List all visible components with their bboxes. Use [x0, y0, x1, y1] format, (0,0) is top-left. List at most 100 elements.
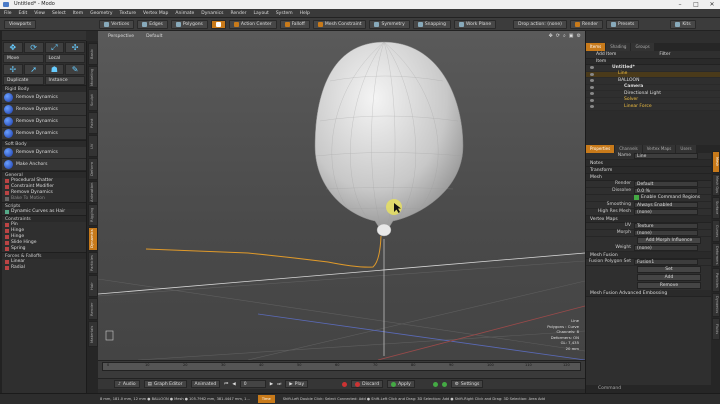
notes-section[interactable]: Notes [586, 159, 720, 167]
tab-animation[interactable]: Animation [88, 181, 98, 203]
soft-tool-2[interactable]: Make Anchors [2, 159, 86, 171]
kits-button[interactable]: Kits [670, 19, 696, 29]
visibility-icon[interactable] [590, 98, 594, 102]
transform-tool-button[interactable]: ✣ [65, 42, 85, 53]
side-tab-surface[interactable]: Surface [712, 197, 720, 219]
timeline-ruler[interactable]: 0 10 20 30 40 50 60 70 80 90 100 110 120 [102, 362, 581, 371]
filter-button[interactable]: Filter [659, 52, 670, 57]
vertex-maps-section[interactable]: Vertex Maps [586, 215, 720, 223]
side-tab-mesh[interactable]: Mesh [712, 151, 720, 173]
visibility-icon[interactable] [590, 66, 594, 70]
maximize-button[interactable]: □ [688, 0, 704, 9]
select-tool-button[interactable]: ➚ [23, 64, 44, 75]
tab-hair[interactable]: Hair [88, 275, 98, 297]
transform-section[interactable]: Transform [586, 166, 720, 174]
tab-particles[interactable]: Particles [88, 252, 98, 274]
fusion-add-button[interactable]: Add [637, 273, 701, 281]
side-tab-deformers[interactable]: Deformers [712, 243, 720, 267]
menu-texture[interactable]: Texture [120, 11, 136, 16]
local-mode-button[interactable]: Local [44, 54, 85, 63]
side-tab-particles[interactable]: Particles [712, 268, 720, 292]
menu-vertex-map[interactable]: Vertex Map [143, 11, 168, 16]
tab-uv[interactable]: UV [88, 135, 98, 157]
force-item[interactable]: Radial [2, 265, 86, 271]
visibility-icon[interactable] [590, 105, 594, 109]
animated-dropdown[interactable]: Animated [190, 380, 221, 388]
render-dropdown[interactable]: Default [634, 180, 698, 187]
skip-start-icon[interactable]: ⏮ [224, 381, 228, 387]
checkbox-checked-icon[interactable] [634, 195, 639, 200]
graph-editor-button[interactable]: ▤ Graph Editor [143, 380, 187, 388]
menu-layout[interactable]: Layout [254, 11, 269, 16]
work-plane-button[interactable]: Work Plane [453, 19, 497, 29]
paint-tool-button[interactable]: ✎ [65, 64, 85, 75]
layout-dropdown[interactable]: Viewports [4, 19, 37, 29]
soft-tool-1[interactable]: Remove Dynamics [2, 147, 86, 159]
duplicate-button[interactable]: Duplicate [3, 76, 44, 85]
tab-rigging[interactable]: Rigging [88, 204, 98, 226]
general-section[interactable]: General [2, 171, 86, 178]
side-tab-mesh-ops[interactable]: Mesh Ops [712, 174, 720, 196]
tab-paint[interactable]: Paint [88, 112, 98, 134]
visibility-icon[interactable] [590, 85, 594, 89]
tab-items[interactable]: Items [586, 43, 606, 51]
visibility-icon[interactable] [590, 79, 594, 83]
tab-modeling[interactable]: Modeling [88, 66, 98, 88]
tab-sculpt[interactable]: Sculpt [88, 89, 98, 111]
apply-button[interactable]: Apply [387, 380, 415, 388]
frame-input[interactable]: 0 [239, 380, 266, 388]
drop-action-dropdown[interactable]: Drop action: (none) [513, 19, 567, 29]
rigid-tool-4[interactable]: Remove Dynamics [2, 128, 86, 140]
tab-groups[interactable]: Groups [631, 43, 654, 51]
key-icon[interactable] [441, 381, 447, 387]
close-button[interactable]: ✕ [704, 0, 720, 9]
element-move-button[interactable]: ✢ [3, 64, 23, 75]
rotate-tool-button[interactable]: ⟳ [23, 42, 44, 53]
menu-item[interactable]: Item [73, 11, 83, 16]
move-tool-button[interactable]: ✥ [3, 42, 23, 53]
name-field[interactable]: Line [634, 152, 698, 159]
menu-geometry[interactable]: Geometry [90, 11, 112, 16]
tab-basic[interactable]: Basic [88, 43, 98, 65]
discard-button[interactable]: Discard [351, 380, 384, 388]
tab-channels[interactable]: Channels [615, 144, 642, 153]
menu-select[interactable]: Select [52, 11, 66, 16]
tab-users[interactable]: Users [676, 144, 696, 153]
rigid-tool-3[interactable]: Remove Dynamics [2, 116, 86, 128]
menu-help[interactable]: Help [300, 11, 310, 16]
menu-view[interactable]: View [34, 11, 45, 16]
soft-body-section[interactable]: Soft Body [2, 140, 86, 147]
record-icon[interactable] [342, 381, 348, 387]
move-mode-button[interactable]: Move [3, 54, 44, 63]
item-row-force[interactable]: Linear Force [586, 104, 720, 111]
settings-button[interactable]: ⚙ Settings [450, 380, 484, 388]
tab-deform[interactable]: Deform [88, 158, 98, 180]
weight-dropdown[interactable]: (none) [634, 244, 698, 251]
constraints-section[interactable]: Constraints [2, 215, 86, 222]
tab-materials[interactable]: Materials [88, 321, 98, 347]
hires-dropdown[interactable]: (none) [634, 208, 698, 215]
side-tab-dynamics[interactable]: Dynamics [712, 293, 720, 317]
action-tool-button[interactable]: ☗ [44, 64, 65, 75]
mesh-fusion-section[interactable]: Mesh Fusion [586, 251, 720, 259]
fusion-poly-dropdown[interactable]: Fusion1 [634, 258, 698, 265]
step-back-icon[interactable]: ◀ [232, 382, 235, 387]
presets-button[interactable]: Presets [605, 19, 640, 29]
tab-vertex-maps[interactable]: Vertex Maps [642, 144, 676, 153]
step-forward-icon[interactable]: ▶ [270, 382, 273, 387]
fusion-set-button[interactable]: Set [637, 265, 701, 273]
add-morph-button[interactable]: Add Morph Influence [637, 236, 701, 244]
menu-file[interactable]: File [4, 11, 12, 16]
fusion-advanced-section[interactable]: Mesh Fusion Advanced Embossing [586, 289, 720, 297]
3d-viewport[interactable]: Perspective Default ✥ ⟳ ⌕ ▣ ⚙ Line Polyg… [98, 31, 585, 360]
edges-mode-button[interactable]: Edges [137, 19, 168, 29]
tab-render[interactable]: Render [88, 298, 98, 320]
mesh-constraint-button[interactable]: Mesh Constraint [312, 19, 367, 29]
smoothing-dropdown[interactable]: Always Enabled [634, 201, 698, 208]
skip-end-icon[interactable]: ⏭ [277, 381, 281, 387]
forces-section[interactable]: Forces & Falloffs [2, 252, 86, 259]
menu-dynamics[interactable]: Dynamics [201, 11, 223, 16]
side-tab-curves[interactable]: Curves [712, 220, 720, 242]
tab-shading[interactable]: Shading [606, 43, 631, 51]
menu-animate[interactable]: Animate [175, 11, 194, 16]
